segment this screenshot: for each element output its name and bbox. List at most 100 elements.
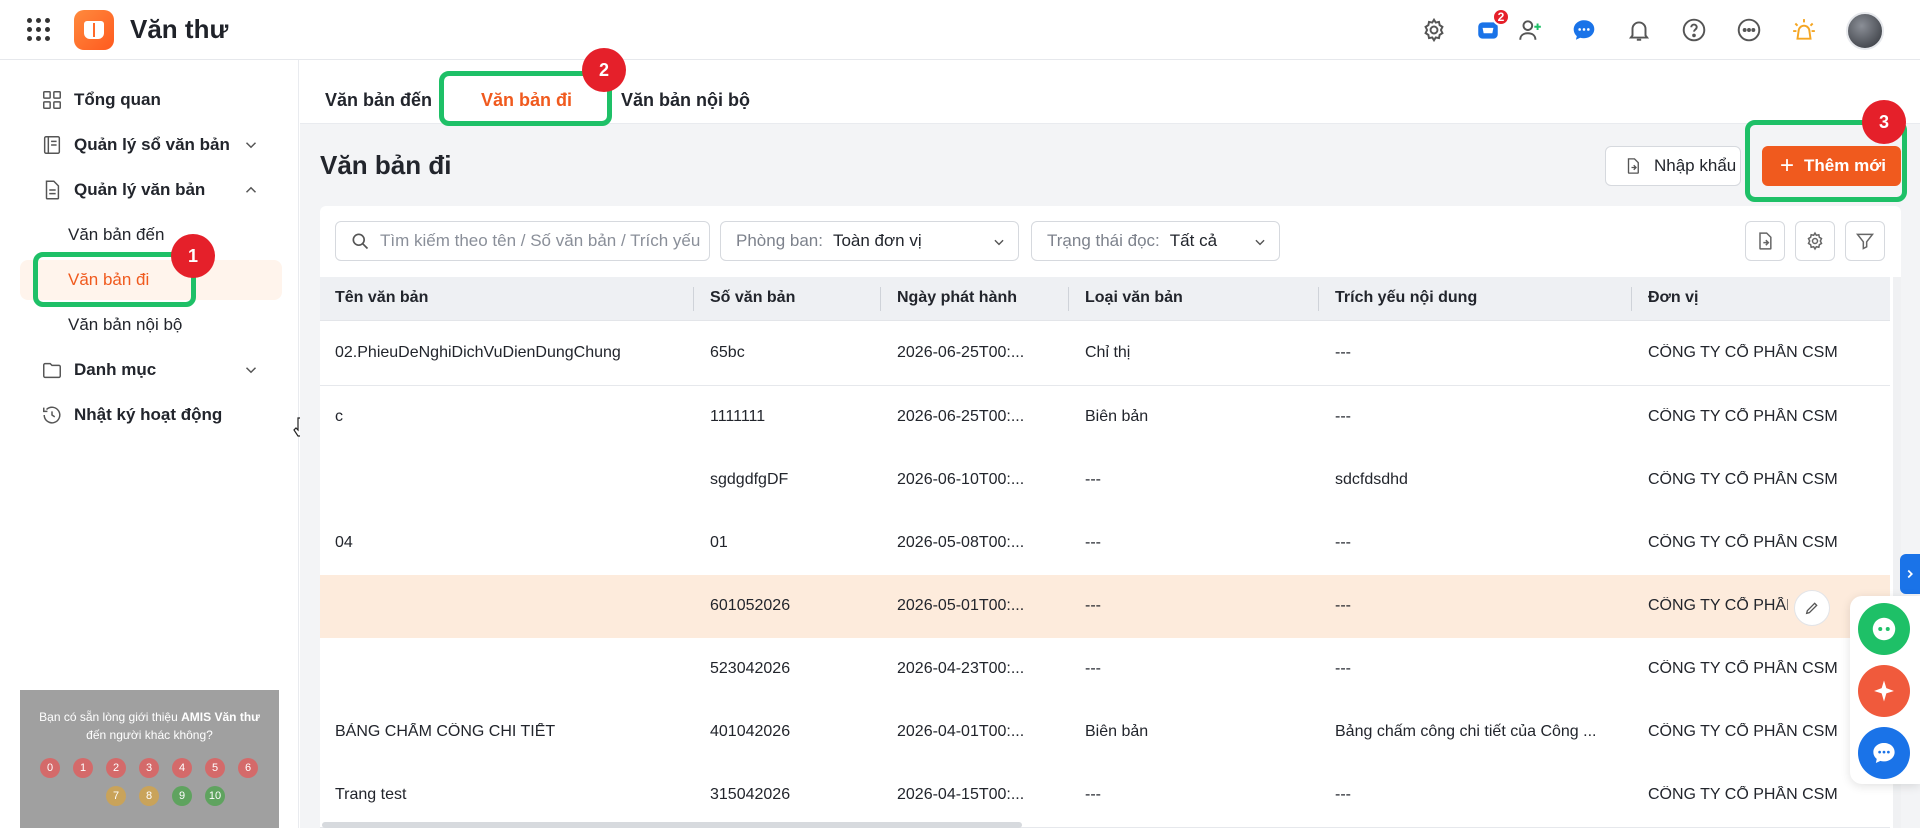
chevron-down-icon[interactable] xyxy=(242,361,260,379)
import-button[interactable]: Nhập khẩu xyxy=(1605,146,1741,186)
table-row[interactable]: c 1111111 2026-06-25T00:... Biên bản ---… xyxy=(320,386,1890,450)
table-row[interactable]: 523042026 2026-04-23T00:... --- --- CÔNG… xyxy=(320,638,1890,702)
cell-unit: CÔNG TY CỔ PHẦN CSM xyxy=(1648,534,1838,551)
sidebar-item-overview[interactable]: Tổng quan xyxy=(40,82,161,118)
cell-name: 02.PhieuDeNghiDichVuDienDungChung xyxy=(335,344,621,361)
app-launcher-icon[interactable] xyxy=(27,18,51,42)
read-status-select[interactable]: Trạng thái đọc: Tất cả xyxy=(1031,221,1280,261)
table-row[interactable]: BẢNG CHẤM CÔNG CHI TIẾT 401042026 2026-0… xyxy=(320,701,1890,765)
search-input[interactable]: Tìm kiếm theo tên / Số văn bản / Trích y… xyxy=(335,221,710,261)
cell-number: 315042026 xyxy=(710,786,791,803)
column-header-summary[interactable]: Trích yếu nội dung xyxy=(1335,289,1477,307)
app-title: Văn thư xyxy=(130,14,229,44)
cell-type: Biên bản xyxy=(1085,408,1149,425)
score-9-button[interactable]: 9 xyxy=(172,786,192,806)
score-2-button[interactable]: 2 xyxy=(106,758,126,778)
cart-icon[interactable]: 2 xyxy=(1472,8,1510,46)
sidebar-item-book-management[interactable]: Quản lý sổ văn bản xyxy=(40,127,230,163)
cell-name: BẢNG CHẤM CÔNG CHI TIẾT xyxy=(335,723,556,740)
expand-panel-tab[interactable] xyxy=(1900,554,1920,594)
table-row[interactable]: sgdgdfgDF 2026-06-10T00:... --- sdcfdsdh… xyxy=(320,449,1890,513)
import-icon xyxy=(1627,158,1639,174)
add-user-icon[interactable] xyxy=(1514,14,1546,46)
tab-internal[interactable]: Văn bản nội bộ xyxy=(621,90,750,111)
add-new-button[interactable]: + Thêm mới xyxy=(1762,146,1901,186)
sidebar-item-document-management[interactable]: Quản lý văn bản xyxy=(40,172,205,208)
app-logo xyxy=(74,10,114,50)
cell-summary: --- xyxy=(1335,344,1351,361)
cell-type: --- xyxy=(1085,786,1101,803)
column-resize-handle[interactable] xyxy=(1318,287,1319,311)
filter-icon xyxy=(1855,233,1875,250)
sidebar-item-catalog[interactable]: Danh mục xyxy=(40,352,156,388)
cell-number: 65bc xyxy=(710,344,745,361)
read-status-value: Tất cả xyxy=(1169,231,1218,250)
horizontal-scrollbar[interactable] xyxy=(322,822,1022,828)
score-7-button[interactable]: 7 xyxy=(106,786,126,806)
cell-name: c xyxy=(335,408,343,425)
column-resize-handle[interactable] xyxy=(880,287,881,311)
sidebar-subitem-internal[interactable]: Văn bản nội bộ xyxy=(68,315,182,335)
table-row[interactable]: 04 01 2026-05-08T00:... --- --- CÔNG TY … xyxy=(320,512,1890,576)
score-8-button[interactable]: 8 xyxy=(139,786,159,806)
export-icon xyxy=(1759,232,1772,250)
chevron-down-icon[interactable] xyxy=(242,136,260,154)
column-settings-button[interactable] xyxy=(1795,221,1835,261)
cell-type: Chỉ thị xyxy=(1085,344,1131,361)
cell-number: 1111111 xyxy=(710,408,766,425)
step-marker-2: 2 xyxy=(582,48,626,92)
column-header-number[interactable]: Số văn bản xyxy=(710,289,795,307)
column-header-unit[interactable]: Đơn vị xyxy=(1648,289,1699,307)
table-header: Tên văn bản Số văn bản Ngày phát hành Lo… xyxy=(320,277,1890,321)
pencil-icon xyxy=(1805,602,1818,615)
cell-summary: sdcfdsdhd xyxy=(1335,471,1408,488)
settings-icon[interactable] xyxy=(1418,14,1450,46)
column-header-name[interactable]: Tên văn bản xyxy=(335,289,428,307)
chatbot-button[interactable] xyxy=(1858,603,1910,655)
edit-row-button[interactable] xyxy=(1794,590,1830,626)
column-resize-handle[interactable] xyxy=(1068,287,1069,311)
tab-incoming[interactable]: Văn bản đến xyxy=(325,90,432,111)
table-row[interactable]: 02.PhieuDeNghiDichVuDienDungChung 65bc 2… xyxy=(320,322,1890,386)
score-6-button[interactable]: 6 xyxy=(238,758,258,778)
cell-issue-date: 2026-06-25T00:... xyxy=(897,408,1025,425)
score-10-button[interactable]: 10 xyxy=(205,786,225,806)
sidebar-subitem-outgoing[interactable]: Văn bản đi xyxy=(68,270,149,290)
department-select[interactable]: Phòng ban: Toàn đơn vị xyxy=(720,221,1019,261)
cell-summary: --- xyxy=(1335,660,1351,677)
table-row[interactable]: Trang test 315042026 2026-04-15T00:... -… xyxy=(320,764,1890,828)
ai-assistant-button[interactable] xyxy=(1858,665,1910,717)
chevron-up-icon[interactable] xyxy=(242,181,260,199)
sidebar-item-activity-log[interactable]: Nhật ký hoạt động xyxy=(40,397,222,433)
export-button[interactable] xyxy=(1745,221,1785,261)
tab-outgoing[interactable]: Văn bản đi xyxy=(481,90,572,111)
column-header-issue-date[interactable]: Ngày phát hành xyxy=(897,289,1017,307)
step-marker-1: 1 xyxy=(171,234,215,278)
score-1-button[interactable]: 1 xyxy=(73,758,93,778)
sidebar-subitem-incoming[interactable]: Văn bản đến xyxy=(68,225,164,245)
sun-icon[interactable] xyxy=(1788,14,1820,46)
plus-icon: + xyxy=(1780,152,1795,179)
folder-icon xyxy=(40,358,64,382)
top-bar: Văn thư 2 xyxy=(0,0,1920,60)
more-icon[interactable] xyxy=(1733,14,1765,46)
help-icon[interactable] xyxy=(1678,14,1710,46)
column-resize-handle[interactable] xyxy=(1631,287,1632,311)
cell-type: --- xyxy=(1085,597,1101,614)
filter-button[interactable] xyxy=(1845,221,1885,261)
score-0-button[interactable]: 0 xyxy=(40,758,60,778)
score-4-button[interactable]: 4 xyxy=(172,758,192,778)
support-chat-button[interactable] xyxy=(1858,727,1910,779)
score-5-button[interactable]: 5 xyxy=(205,758,225,778)
step-marker-3: 3 xyxy=(1862,100,1906,144)
add-new-label: Thêm mới xyxy=(1804,156,1887,175)
user-avatar[interactable] xyxy=(1846,12,1884,50)
chat-icon[interactable] xyxy=(1568,14,1600,46)
column-resize-handle[interactable] xyxy=(693,287,694,311)
score-3-button[interactable]: 3 xyxy=(139,758,159,778)
import-label: Nhập khẩu xyxy=(1654,156,1737,175)
bell-icon[interactable] xyxy=(1623,14,1655,46)
department-value: Toàn đơn vị xyxy=(832,231,922,250)
table-row-hovered[interactable]: 601052026 2026-05-01T00:... --- --- CÔNG… xyxy=(320,575,1890,639)
column-header-type[interactable]: Loại văn bản xyxy=(1085,289,1183,307)
